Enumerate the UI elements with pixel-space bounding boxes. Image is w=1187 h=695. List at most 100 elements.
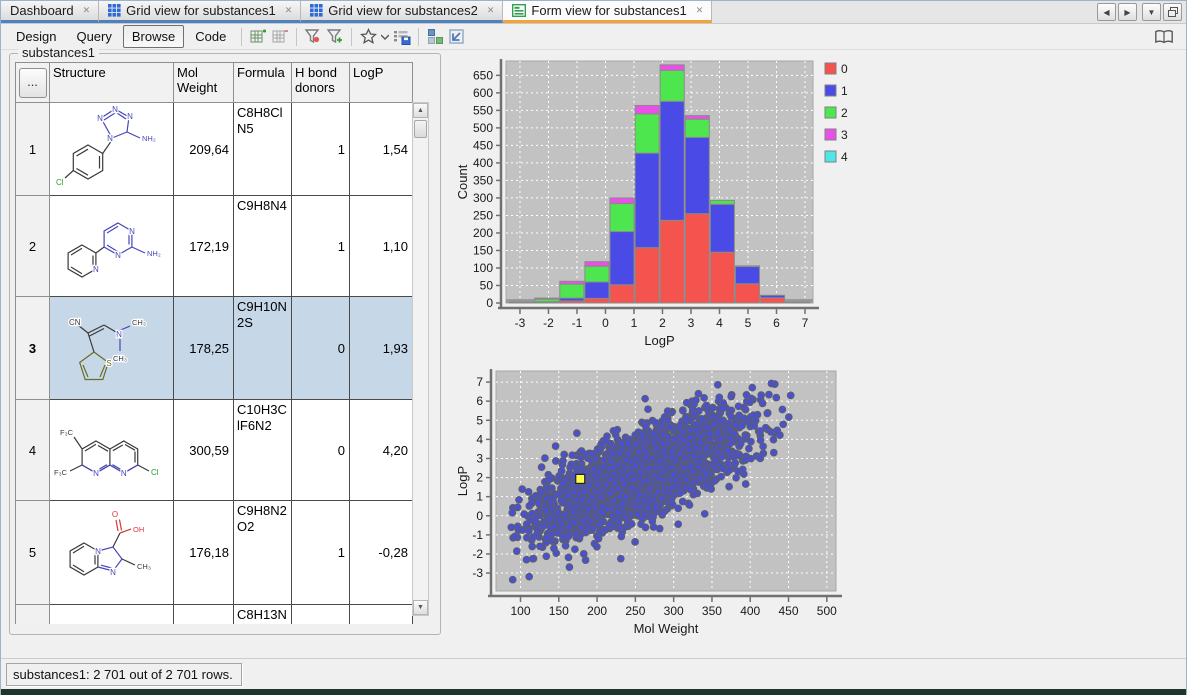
formula-cell[interactable]: C9H10N2S (234, 297, 292, 400)
structure-cell[interactable]: CN N CH₃ CH₃ S (50, 297, 174, 400)
menu-browse[interactable]: Browse (123, 25, 184, 48)
tab-grid-view-for-substances2[interactable]: Grid view for substances2✕ (301, 1, 503, 23)
logp-cell[interactable]: -0,28 (350, 501, 413, 605)
table-options-button[interactable]: ... (19, 68, 47, 98)
tab-list-dropdown-button[interactable]: ▼ (1142, 3, 1161, 21)
h-bond-donors-cell[interactable]: 1 (292, 103, 350, 196)
mol-weight-cell[interactable]: 176,18 (174, 501, 234, 605)
workspace-button[interactable] (1154, 27, 1174, 47)
svg-text:O: O (111, 510, 117, 519)
mol-weight-cell[interactable]: 209,64 (174, 103, 234, 196)
svg-text:N: N (97, 114, 103, 123)
molweight-logp-scatter[interactable]: -3-2-10123456710015020025030035040045050… (453, 359, 878, 657)
logp-cell[interactable]: 1,10 (350, 196, 413, 297)
logp-cell[interactable]: 1,54 (350, 103, 413, 196)
mol-weight-cell[interactable]: 172,19 (174, 196, 234, 297)
h-bond-donors-cell[interactable]: 1 (292, 196, 350, 297)
svg-text:400: 400 (740, 604, 760, 618)
row-number[interactable] (16, 605, 50, 625)
column-header-formula[interactable]: Formula (234, 63, 292, 103)
close-tab-icon[interactable]: ✕ (487, 5, 495, 16)
tab-dashboard[interactable]: Dashboard✕ (1, 1, 99, 23)
table-row-partial[interactable]: C8H13N3 (16, 605, 413, 625)
h-bond-donors-cell[interactable]: 0 (292, 297, 350, 400)
structure-drawing: N N O OH CH₃ (52, 507, 172, 595)
close-tab-icon[interactable]: ✕ (696, 5, 704, 16)
logp-cell[interactable]: 1,93 (350, 297, 413, 400)
corner-cell: ... (16, 63, 50, 103)
favorites-dropdown[interactable] (380, 27, 390, 47)
formula-cell[interactable]: C9H8N4 (234, 196, 292, 297)
row-number[interactable]: 2 (16, 196, 50, 297)
row-count-status: substances1: 2 701 out of 2 701 rows. (6, 663, 242, 686)
tab-grid-view-for-substances1[interactable]: Grid view for substances1✕ (99, 1, 301, 23)
column-header-structure[interactable]: Structure (50, 63, 174, 103)
toolbar: DesignQueryBrowseCode (1, 24, 1186, 50)
svg-text:5: 5 (745, 316, 752, 330)
groupbox-title: substances1 (18, 45, 99, 60)
column-header-mol-weight[interactable]: Mol Weight (174, 63, 234, 103)
scroll-up-button[interactable]: ▲ (413, 103, 428, 118)
svg-text:1: 1 (476, 490, 483, 504)
h-bond-donors-cell[interactable]: 0 (292, 400, 350, 501)
svg-text:550: 550 (473, 103, 493, 117)
formula-cell[interactable]: C8H13N3 (234, 605, 292, 625)
mol-weight-cell[interactable] (174, 605, 234, 625)
close-tab-icon[interactable]: ✕ (285, 5, 293, 16)
svg-text:LogP: LogP (455, 466, 470, 496)
scroll-down-button[interactable]: ▼ (413, 600, 428, 615)
table-row[interactable]: 3 CN N CH₃ CH₃ S 178,25C9H10N2S01,93 (16, 297, 413, 400)
formula-cell[interactable]: C9H8N2O2 (234, 501, 292, 605)
selected-point-marker[interactable] (576, 474, 585, 483)
filter-button[interactable] (303, 27, 323, 47)
svg-text:400: 400 (473, 156, 493, 170)
tab-form-view-for-substances1[interactable]: Form view for substances1✕ (503, 1, 712, 23)
structure-cell[interactable] (50, 605, 174, 625)
structure-cell[interactable]: N N N NH₂ (50, 196, 174, 297)
grid-view-icon (108, 4, 121, 17)
scroll-thumb[interactable] (414, 120, 427, 138)
column-header-h-bond-donors[interactable]: H bond donors (292, 63, 350, 103)
svg-text:0: 0 (602, 316, 609, 330)
row-number[interactable]: 1 (16, 103, 50, 196)
logp-cell[interactable] (350, 605, 413, 625)
h-bond-donors-cell[interactable]: 1 (292, 501, 350, 605)
save-view-button[interactable] (392, 27, 412, 47)
column-header-logp[interactable]: LogP (350, 63, 413, 103)
row-number[interactable]: 5 (16, 501, 50, 605)
favorites-button[interactable] (358, 27, 378, 47)
row-number[interactable]: 4 (16, 400, 50, 501)
structure-cell[interactable]: N N O OH CH₃ (50, 501, 174, 605)
svg-text:2: 2 (841, 106, 848, 120)
add-table-button[interactable] (248, 27, 268, 47)
mol-weight-cell[interactable]: 178,25 (174, 297, 234, 400)
new-window-button[interactable] (447, 27, 467, 47)
prev-tab-button[interactable]: ◀ (1097, 3, 1116, 21)
table-scrollbar[interactable]: ▲ ▼ (412, 102, 429, 616)
layout-grid-icon (427, 28, 444, 45)
logp-histogram[interactable]: 050100150200250300350400450500550600650-… (453, 53, 883, 355)
svg-text:3: 3 (688, 316, 695, 330)
table-row[interactable]: 4 N N F₃C F₃C Cl 300,59C10H3ClF6N204,20 (16, 400, 413, 501)
remove-table-button[interactable] (270, 27, 290, 47)
svg-text:4: 4 (476, 432, 483, 446)
logp-cell[interactable]: 4,20 (350, 400, 413, 501)
row-number[interactable]: 3 (16, 297, 50, 400)
layout-button[interactable] (425, 27, 445, 47)
tab-bar: Dashboard✕Grid view for substances1✕Grid… (1, 1, 1186, 24)
structure-cell[interactable]: N N F₃C F₃C Cl (50, 400, 174, 501)
svg-text:-2: -2 (472, 547, 483, 561)
mol-weight-cell[interactable]: 300,59 (174, 400, 234, 501)
restore-window-button[interactable] (1163, 3, 1182, 21)
close-tab-icon[interactable]: ✕ (83, 5, 91, 16)
structure-cell[interactable]: N N N N NH₂ Cl (50, 103, 174, 196)
add-filter-button[interactable] (325, 27, 345, 47)
formula-cell[interactable]: C8H8ClN5 (234, 103, 292, 196)
table-row[interactable]: 1 N N N N NH₂ Cl 209,64C8H8ClN511,54 (16, 103, 413, 196)
table-row[interactable]: 5 N N O OH CH₃ 176,18C9H8N2O21-0,28 (16, 501, 413, 605)
menu-code[interactable]: Code (186, 25, 235, 48)
next-tab-button[interactable]: ▶ (1118, 3, 1137, 21)
table-row[interactable]: 2 N N N NH₂ 172,19C9H8N411,10 (16, 196, 413, 297)
formula-cell[interactable]: C10H3ClF6N2 (234, 400, 292, 501)
h-bond-donors-cell[interactable] (292, 605, 350, 625)
